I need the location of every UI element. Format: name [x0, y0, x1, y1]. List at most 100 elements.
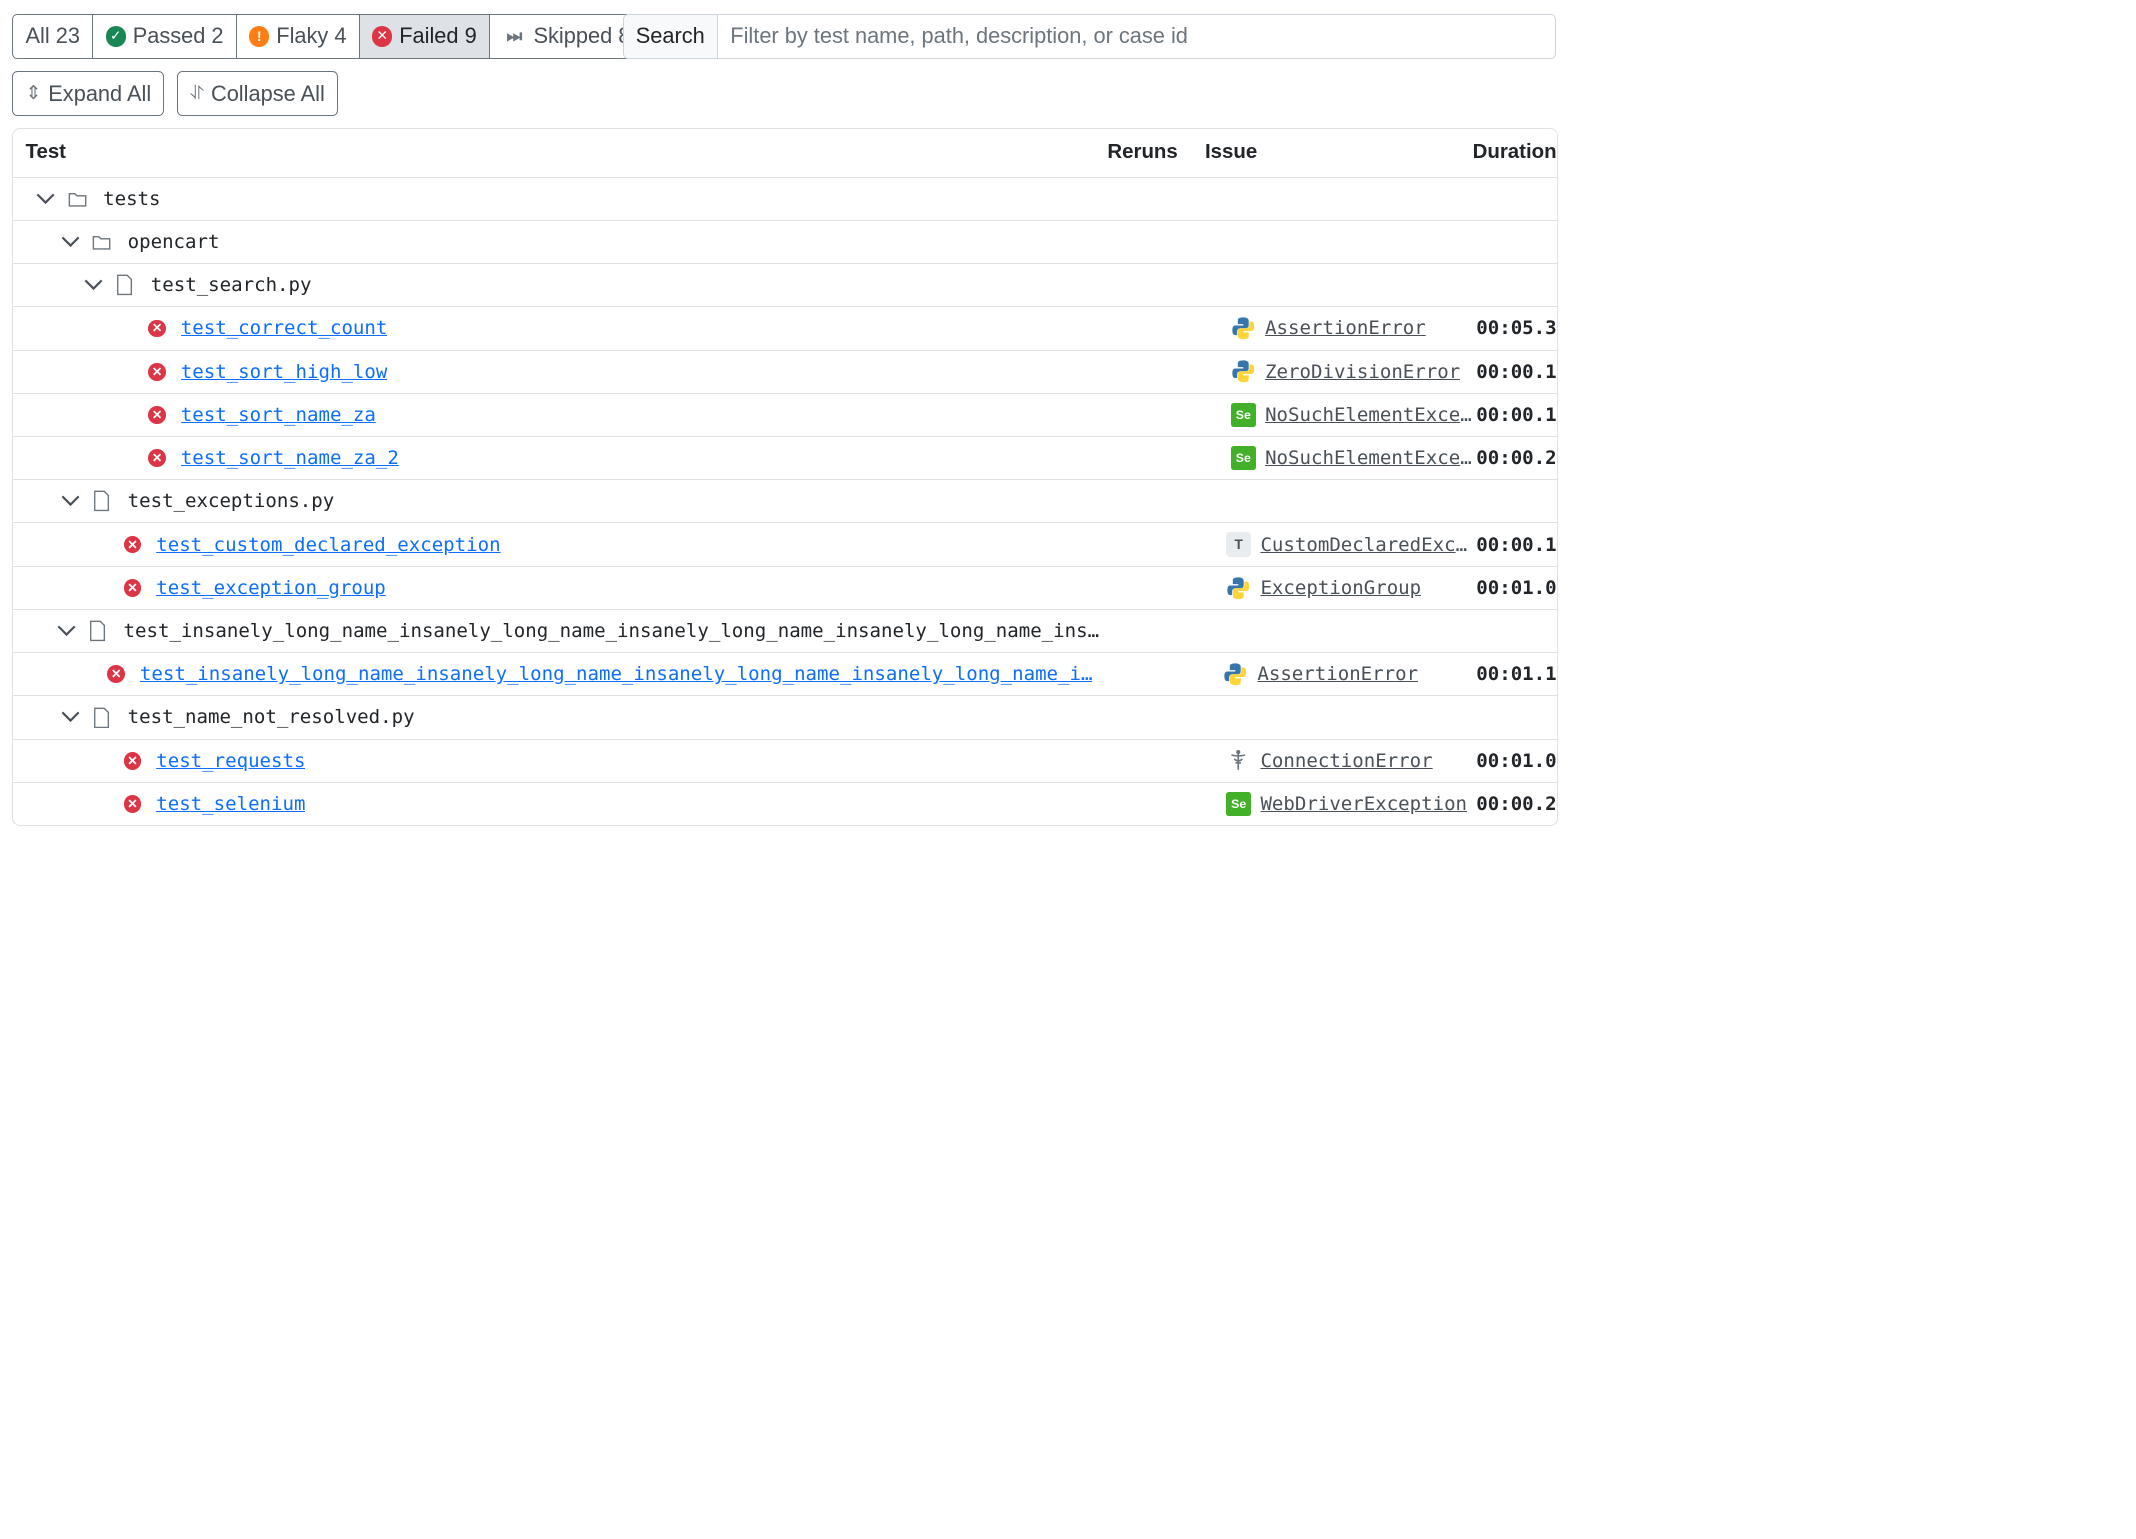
- test-link[interactable]: test_sort_high_low: [181, 361, 388, 383]
- test-row[interactable]: ✕ test_requests ConnectionError 00:01.0: [13, 740, 1557, 783]
- exclamation-circle-icon: !: [249, 26, 270, 47]
- duration-cell: 00:00.2: [1476, 447, 1557, 470]
- collapse-all-button[interactable]: ⥯ Collapse All: [176, 70, 339, 117]
- issue-link[interactable]: AssertionError: [1257, 663, 1418, 685]
- chevron-down-icon[interactable]: [83, 274, 105, 296]
- test-link[interactable]: test_selenium: [156, 793, 305, 815]
- file-name: test_name_not_resolved.py: [127, 706, 415, 729]
- issue-cell: T CustomDeclaredExce…: [1213, 532, 1476, 557]
- tree-row-folder[interactable]: opencart: [13, 221, 1557, 265]
- status-filter-group: All 23 ✓ Passed 2 ! Flaky 4 ✕ Failed 9 ⏭ Ski…: [12, 13, 644, 60]
- tree-cell: opencart: [13, 231, 1130, 253]
- duration-cell: 00:01.1: [1476, 663, 1557, 686]
- test-link[interactable]: test_sort_name_za_2: [181, 447, 399, 469]
- duration-cell: 00:01.0: [1476, 576, 1557, 599]
- filter-passed-button[interactable]: ✓ Passed 2: [93, 14, 237, 59]
- chevron-down-icon[interactable]: [35, 188, 57, 210]
- tree-cell: test_insanely_long_name_insanely_long_na…: [13, 620, 1126, 642]
- selenium-icon: Se: [1231, 402, 1256, 428]
- filter-passed-label: Passed 2: [132, 23, 224, 49]
- test-link[interactable]: test_requests: [156, 750, 305, 772]
- python-icon: [1226, 576, 1251, 601]
- search-input[interactable]: [718, 14, 1556, 59]
- test-row[interactable]: ✕ test_insanely_long_name_insanely_long_n…: [13, 653, 1557, 697]
- filter-skipped-button[interactable]: ⏭ Skipped 8: [489, 14, 643, 59]
- failed-icon: ✕: [123, 578, 142, 597]
- header-test[interactable]: Test: [13, 141, 1077, 164]
- header-reruns[interactable]: Reruns: [1077, 141, 1191, 164]
- test-row[interactable]: ✕ test_sort_name_za_2 Se NoSuchElementExce…: [13, 437, 1557, 481]
- test-link[interactable]: test_custom_declared_exception: [156, 534, 500, 556]
- expand-all-button[interactable]: ⇕ Expand All: [12, 70, 165, 117]
- chevron-down-icon[interactable]: [60, 490, 82, 512]
- test-row[interactable]: ✕ test_sort_name_za Se NoSuchElementExcep……: [13, 394, 1557, 438]
- issue-link[interactable]: AssertionError: [1265, 317, 1426, 339]
- header-issue[interactable]: Issue: [1191, 141, 1472, 164]
- test-row[interactable]: ✕ test_exception_group ExceptionGroup 00:…: [13, 567, 1557, 610]
- test-cell: ✕ test_selenium: [13, 793, 1105, 815]
- tree-cell: test_name_not_resolved.py: [13, 706, 1130, 728]
- tree-row-file[interactable]: test_insanely_long_name_insanely_long_na…: [13, 610, 1557, 654]
- requests-icon: [1226, 748, 1251, 773]
- folder-name-tests: tests: [103, 187, 161, 210]
- tree-row-file[interactable]: test_name_not_resolved.py: [13, 696, 1557, 740]
- filter-flaky-button[interactable]: ! Flaky 4: [236, 14, 360, 59]
- issue-link[interactable]: CustomDeclaredExce…: [1260, 534, 1476, 556]
- file-name: test_exceptions.py: [127, 490, 335, 513]
- tree-cell: tests: [13, 188, 1105, 210]
- python-file-icon: [88, 620, 107, 642]
- python-icon: [1231, 359, 1256, 384]
- issue-cell: Se NoSuchElementExcep…: [1217, 445, 1476, 471]
- issue-link[interactable]: ExceptionGroup: [1260, 577, 1421, 599]
- issue-cell: AssertionError: [1210, 662, 1477, 687]
- collapse-all-label: Collapse All: [210, 80, 325, 106]
- skip-forward-icon: ⏭: [506, 25, 523, 46]
- issue-link[interactable]: ConnectionError: [1260, 750, 1432, 772]
- header-duration[interactable]: Duration: [1473, 141, 1557, 164]
- test-link[interactable]: test_insanely_long_name_insanely_long_na…: [140, 663, 1093, 685]
- tree-cell: test_search.py: [13, 274, 1153, 296]
- issue-link[interactable]: NoSuchElementExcep…: [1265, 404, 1476, 426]
- test-cell: ✕ test_custom_declared_exception: [13, 534, 1105, 556]
- tree-row-file[interactable]: test_exceptions.py: [13, 480, 1557, 524]
- test-row[interactable]: ✕ test_sort_high_low ZeroDivisionError 00…: [13, 351, 1557, 394]
- failed-icon: ✕: [123, 751, 142, 770]
- issue-cell: Se WebDriverException: [1213, 791, 1476, 817]
- failed-icon: ✕: [148, 362, 166, 381]
- test-row[interactable]: ✕ test_selenium Se WebDriverException 00:0…: [13, 783, 1557, 825]
- chevron-down-icon[interactable]: [55, 620, 77, 642]
- type-icon: T: [1226, 532, 1251, 557]
- issue-link[interactable]: WebDriverException: [1260, 793, 1467, 815]
- expand-icon: ⇕: [25, 83, 42, 105]
- issue-cell: ZeroDivisionError: [1217, 359, 1476, 384]
- collapse-icon: ⥯: [189, 82, 205, 104]
- chevron-down-icon[interactable]: [60, 707, 82, 729]
- folder-icon: [68, 191, 87, 207]
- tree-row-folder[interactable]: tests: [13, 178, 1557, 221]
- test-link[interactable]: test_exception_group: [156, 577, 386, 599]
- expand-all-label: Expand All: [48, 80, 152, 106]
- test-link[interactable]: test_correct_count: [181, 317, 388, 339]
- issue-link[interactable]: ZeroDivisionError: [1265, 361, 1460, 383]
- issue-cell: ConnectionError: [1213, 748, 1476, 773]
- results-table: Test Reruns Issue Duration tests opencar…: [12, 128, 1558, 826]
- selenium-icon: Se: [1231, 445, 1256, 471]
- test-cell: ✕ test_correct_count: [13, 317, 1112, 339]
- failed-icon: ✕: [148, 319, 166, 338]
- python-icon: [1223, 662, 1248, 687]
- test-row[interactable]: ✕ test_correct_count AssertionError 00:05…: [13, 307, 1557, 351]
- test-cell: ✕ test_sort_name_za: [13, 404, 1112, 426]
- filter-all-label: All 23: [25, 23, 81, 49]
- issue-link[interactable]: NoSuchElementExcep…: [1265, 447, 1476, 469]
- search-group: Search: [622, 13, 1557, 60]
- search-label: Search: [623, 14, 719, 59]
- filter-all-button[interactable]: All 23: [13, 14, 94, 59]
- test-row[interactable]: ✕ test_custom_declared_exception T CustomD…: [13, 523, 1557, 567]
- failed-icon: ✕: [148, 406, 166, 424]
- issue-cell: AssertionError: [1217, 316, 1476, 341]
- test-link[interactable]: test_sort_name_za: [181, 404, 376, 426]
- filter-failed-button[interactable]: ✕ Failed 9: [359, 14, 490, 59]
- chevron-down-icon[interactable]: [60, 231, 82, 253]
- tree-row-file[interactable]: test_search.py: [13, 264, 1557, 308]
- file-name: test_search.py: [150, 274, 312, 297]
